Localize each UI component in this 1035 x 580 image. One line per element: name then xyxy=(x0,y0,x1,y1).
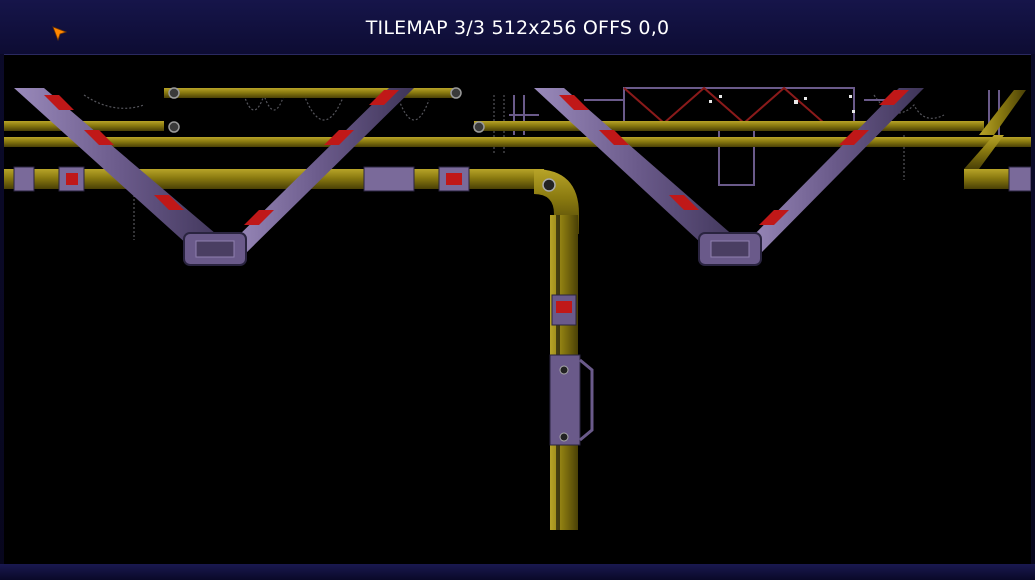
tilemap-viewer-window: TILEMAP 3/3 512x256 OFFS 0,0 xyxy=(0,0,1035,580)
scaffold-frame xyxy=(509,86,1000,186)
window-title: TILEMAP 3/3 512x256 OFFS 0,0 xyxy=(365,17,670,39)
arrow-cursor-icon xyxy=(52,26,68,42)
window-bottom-border xyxy=(0,564,1035,580)
horizontal-pipes xyxy=(4,88,1031,189)
girder-right-v xyxy=(534,88,1026,266)
tilemap-canvas xyxy=(4,86,1031,530)
title-bar: TILEMAP 3/3 512x256 OFFS 0,0 xyxy=(0,0,1035,54)
tilemap-viewport[interactable] xyxy=(4,54,1031,564)
vertical-pipe xyxy=(549,215,594,530)
